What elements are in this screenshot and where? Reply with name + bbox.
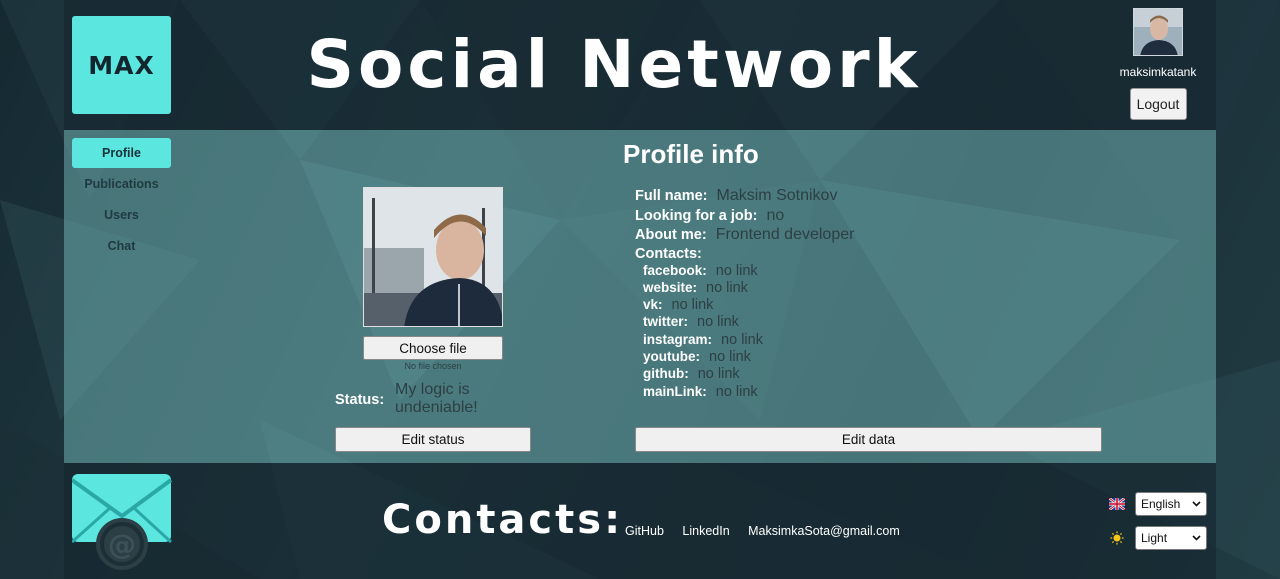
contact-row: website: no link [635, 280, 1055, 297]
contact-key: youtube: [643, 348, 700, 364]
user-avatar-image [1134, 9, 1182, 55]
sidebar-item-chat[interactable]: Chat [72, 231, 171, 261]
language-row: English [1109, 492, 1209, 516]
contact-links: GitHub LinkedIn MaksimkaSota@gmail.com [625, 524, 915, 538]
mail-icon: @ [72, 474, 172, 570]
logo-text: MAX [88, 50, 155, 80]
profile-info: Full name: Maksim Sotnikov Looking for a… [635, 187, 1055, 401]
job-row: Looking for a job: no [635, 207, 1055, 227]
status-value[interactable]: My logic is undeniable! [395, 381, 505, 417]
contact-key: mainLink: [643, 383, 707, 399]
contact-value: no link [706, 279, 748, 296]
status-label: Status: [335, 392, 385, 408]
contact-row: instagram: no link [635, 332, 1055, 349]
contact-value: no link [697, 314, 739, 331]
job-value: no [766, 206, 785, 224]
contact-value: no link [671, 297, 714, 314]
file-status: No file chosen [404, 361, 462, 371]
contact-value: no link [721, 331, 763, 348]
profile-info-title: Profile info [623, 139, 759, 169]
user-box: maksimkatank Logout [1110, 8, 1206, 120]
about-label: About me: [635, 227, 707, 243]
email-link[interactable]: MaksimkaSota@gmail.com [748, 524, 900, 538]
full-name-value: Maksim Sotnikov [716, 187, 838, 204]
github-link[interactable]: GitHub [625, 524, 664, 538]
contact-value: no link [709, 348, 751, 365]
about-row: About me: Frontend developer [635, 226, 1055, 246]
sun-icon [1110, 531, 1124, 545]
linkedin-link[interactable]: LinkedIn [682, 524, 729, 538]
contact-row: mainLink: no link [635, 384, 1055, 401]
theme-selected: Light [1141, 531, 1168, 545]
contact-row: twitter: no link [635, 314, 1055, 331]
contact-value: no link [715, 383, 758, 400]
contact-key: twitter: [643, 314, 688, 330]
profile-photo-image [364, 188, 502, 326]
logout-button[interactable]: Logout [1129, 88, 1187, 120]
contacts-title: Contacts: [382, 497, 624, 543]
contact-row: facebook: no link [635, 263, 1055, 280]
contact-value: no link [715, 262, 758, 279]
contacts-label: Contacts: [635, 245, 702, 262]
uk-flag-icon [1109, 498, 1125, 510]
contact-row: vk: no link [635, 297, 1055, 314]
site-title: Social Network [306, 26, 922, 103]
contacts-heading-row: Contacts: [635, 246, 1055, 263]
username: maksimkatank [1119, 65, 1197, 79]
contact-key: instagram: [643, 331, 713, 347]
contact-row: github: no link [635, 366, 1055, 383]
profile-photo [363, 187, 503, 327]
job-label: Looking for a job: [635, 207, 758, 224]
logo[interactable]: MAX [72, 16, 171, 114]
language-select[interactable]: English [1135, 492, 1207, 516]
sidebar-nav: Profile Publications Users Chat [72, 138, 171, 262]
user-avatar[interactable] [1133, 8, 1183, 56]
contact-value: no link [697, 366, 740, 383]
full-name-label: Full name: [635, 188, 708, 204]
main-content: Profile Publications Users Chat Choose f… [64, 130, 1216, 463]
about-value: Frontend developer [715, 226, 855, 243]
sidebar-item-profile[interactable]: Profile [72, 138, 171, 168]
language-selected: English [1141, 497, 1181, 511]
contact-key: facebook: [643, 262, 707, 278]
sidebar-item-publications[interactable]: Publications [72, 169, 171, 199]
theme-select[interactable]: Light [1135, 526, 1207, 550]
chevron-down-icon [1192, 535, 1201, 541]
choose-file-button[interactable]: Choose file [363, 336, 503, 360]
header: MAX Social Network maksimkatank Logout [64, 0, 1216, 130]
full-name-row: Full name: Maksim Sotnikov [635, 187, 1055, 207]
edit-status-button[interactable]: Edit status [335, 427, 531, 452]
page: MAX Social Network maksimkatank Logout P… [64, 0, 1216, 579]
contact-row: youtube: no link [635, 349, 1055, 366]
contact-key: github: [643, 366, 689, 382]
chevron-down-icon [1192, 501, 1201, 507]
contact-key: vk: [643, 297, 663, 313]
theme-row: Light [1109, 526, 1209, 550]
sidebar-item-users[interactable]: Users [72, 200, 171, 230]
contact-key: website: [643, 279, 698, 295]
edit-data-button[interactable]: Edit data [635, 427, 1102, 452]
svg-text:@: @ [108, 528, 136, 561]
footer: @ Contacts: GitHub LinkedIn MaksimkaSota… [64, 463, 1216, 579]
